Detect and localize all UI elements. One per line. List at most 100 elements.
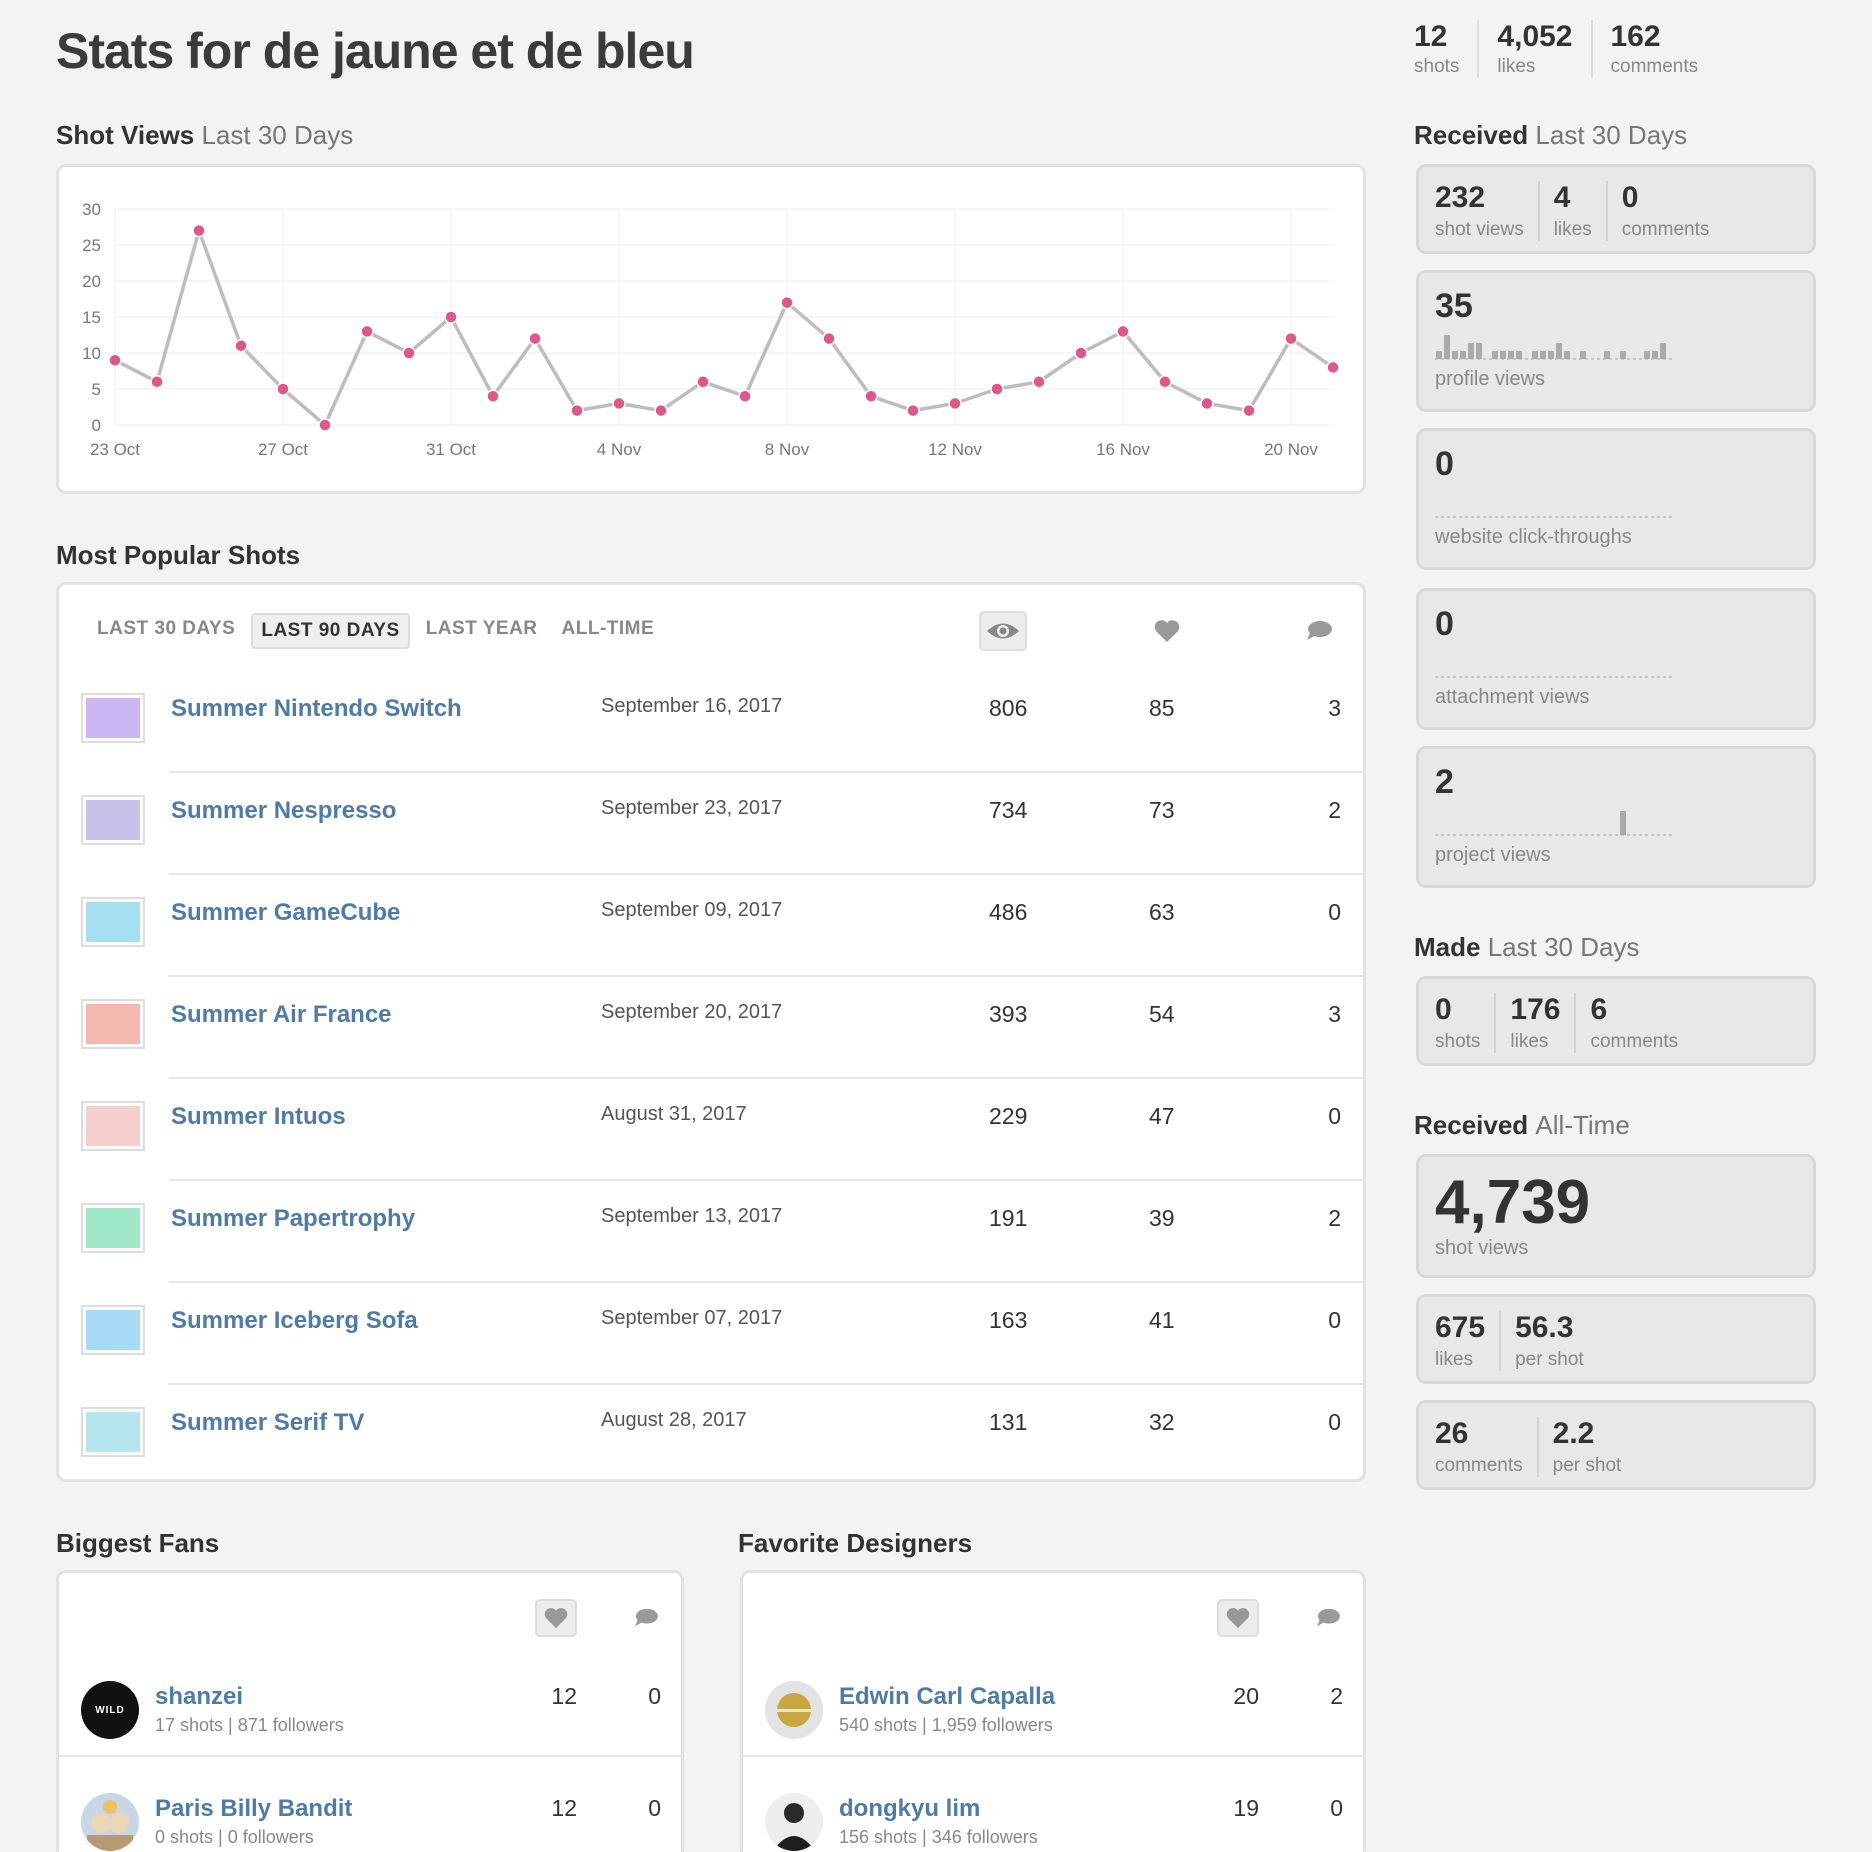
- shot-likes: 73: [1149, 797, 1175, 823]
- project-views-label: project views: [1435, 844, 1551, 866]
- made-30-heading: Made Last 30 Days: [1414, 932, 1639, 963]
- all-time-likes-card: 675 likes 56.3 per shot: [1416, 1294, 1816, 1384]
- tab-last-90-days[interactable]: LAST 90 DAYS: [251, 613, 410, 649]
- avatar-illustration: [87, 1800, 133, 1851]
- y-tick-label: 5: [92, 380, 101, 399]
- shot-thumbnail[interactable]: [81, 1407, 145, 1457]
- y-tick-label: 10: [82, 344, 101, 363]
- comment-icon: [1307, 621, 1332, 640]
- stat-shots: 0 shots: [1435, 993, 1497, 1053]
- sort-views-button[interactable]: [979, 611, 1027, 651]
- shot-views: 806: [989, 695, 1028, 721]
- shot-likes: 47: [1149, 1103, 1175, 1129]
- stat-comments: 0 comments: [1622, 181, 1724, 241]
- data-point: [570, 403, 584, 418]
- sort-likes-button[interactable]: [1143, 611, 1191, 651]
- sort-likes-button[interactable]: [1217, 1599, 1259, 1637]
- sparkline-bar: [1540, 351, 1546, 359]
- x-tick-label: 8 Nov: [765, 440, 810, 459]
- shot-row[interactable]: Summer GameCube September 09, 2017 486 63 0: [59, 875, 1363, 977]
- stat-label: likes: [1497, 56, 1536, 77]
- shot-date: September 07, 2017: [601, 1307, 783, 1329]
- shot-thumbnail-image: [86, 1412, 140, 1452]
- stat-likes: 4 likes: [1554, 181, 1608, 241]
- stat-value: 162: [1610, 20, 1661, 53]
- sparkline-bar: [1476, 343, 1482, 359]
- heart-icon: [544, 1608, 568, 1629]
- data-point: [948, 396, 962, 411]
- tab-last-30-days[interactable]: LAST 30 DAYS: [89, 613, 243, 649]
- shot-name-link[interactable]: Summer GameCube: [171, 899, 400, 927]
- shot-name-link[interactable]: Summer Air France: [171, 1001, 392, 1029]
- shot-row[interactable]: Summer Nintendo Switch September 16, 2017…: [59, 671, 1363, 773]
- tab-last-year[interactable]: LAST YEAR: [418, 613, 546, 649]
- stat-label: likes: [1435, 1349, 1474, 1370]
- y-tick-label: 25: [82, 236, 101, 255]
- data-point: [1284, 331, 1298, 346]
- shot-row[interactable]: Summer Air France September 20, 2017 393 54…: [59, 977, 1363, 1079]
- stat-label: shots: [1414, 56, 1460, 77]
- shot-thumbnail[interactable]: [81, 795, 145, 845]
- sparkline-bar: [1564, 351, 1570, 359]
- sort-comments-button[interactable]: [1295, 611, 1343, 651]
- website-clicks-value: 0: [1435, 445, 1454, 483]
- shot-name-link[interactable]: Summer Nespresso: [171, 797, 396, 825]
- shot-views: 393: [989, 1001, 1028, 1027]
- shot-thumbnail-image: [86, 698, 140, 738]
- shot-row[interactable]: Summer Papertrophy September 13, 2017 191 3…: [59, 1181, 1363, 1283]
- designer-row[interactable]: dongkyu lim 156 shots | 346 followers 19…: [743, 1757, 1363, 1852]
- heading-strong: Received: [1414, 1110, 1529, 1140]
- fan-meta: 0 shots | 0 followers: [155, 1827, 314, 1847]
- all-time-shot-views-value: 4,739: [1435, 1168, 1591, 1237]
- shot-row[interactable]: Summer Intuos August 31, 2017 229 47 0: [59, 1079, 1363, 1181]
- shot-thumbnail[interactable]: [81, 1305, 145, 1355]
- shot-row[interactable]: Summer Nespresso September 23, 2017 734 73 2: [59, 773, 1363, 875]
- shot-row[interactable]: Summer Iceberg Sofa September 07, 2017 163…: [59, 1283, 1363, 1385]
- shot-views: 734: [989, 797, 1028, 823]
- designer-name-link[interactable]: Edwin Carl Capalla: [839, 1683, 1055, 1711]
- shot-thumbnail-image: [86, 800, 140, 840]
- sort-likes-button[interactable]: [535, 1599, 577, 1637]
- shot-name-link[interactable]: Summer Serif TV: [171, 1409, 364, 1437]
- stat-comments: 26 comments: [1435, 1417, 1539, 1477]
- shot-thumbnail[interactable]: [81, 693, 145, 743]
- fan-row[interactable]: Paris Billy Bandit 0 shots | 0 followers…: [59, 1757, 681, 1852]
- shot-thumbnail[interactable]: [81, 999, 145, 1049]
- heading-strong: Made: [1414, 932, 1481, 962]
- shot-thumbnail[interactable]: [81, 897, 145, 947]
- shot-views: 486: [989, 899, 1028, 925]
- shot-thumbnail[interactable]: [81, 1101, 145, 1151]
- stat-value: 56.3: [1515, 1311, 1574, 1344]
- data-point: [906, 403, 920, 418]
- stat-value: 26: [1435, 1417, 1469, 1450]
- x-tick-label: 27 Oct: [258, 440, 308, 459]
- stat-comments-per-shot: 2.2 per shot: [1553, 1417, 1636, 1477]
- sort-comments-button[interactable]: [1307, 1599, 1349, 1637]
- data-point: [150, 375, 164, 389]
- fan-name-link[interactable]: Paris Billy Bandit: [155, 1795, 352, 1823]
- designer-name-link[interactable]: dongkyu lim: [839, 1795, 980, 1823]
- fan-name-link[interactable]: shanzei: [155, 1683, 243, 1711]
- tab-all-time[interactable]: ALL-TIME: [554, 613, 663, 649]
- shot-name-link[interactable]: Summer Nintendo Switch: [171, 695, 462, 723]
- shot-name-link[interactable]: Summer Iceberg Sofa: [171, 1307, 418, 1335]
- heart-icon: [1154, 620, 1180, 642]
- shot-name-link[interactable]: Summer Papertrophy: [171, 1205, 415, 1233]
- designer-row[interactable]: Edwin Carl Capalla 540 shots | 1,959 fol…: [743, 1645, 1363, 1757]
- avatar-illustration: [773, 1803, 815, 1851]
- data-point: [1074, 346, 1088, 360]
- sort-comments-button[interactable]: [625, 1599, 667, 1637]
- shot-thumbnail[interactable]: [81, 1203, 145, 1253]
- sparkline-bar: [1548, 351, 1554, 359]
- data-point: [1116, 324, 1130, 339]
- sparkline-bar: [1492, 351, 1498, 359]
- shot-name-link[interactable]: Summer Intuos: [171, 1103, 346, 1131]
- y-tick-label: 30: [82, 200, 101, 219]
- comment-icon: [1317, 1608, 1340, 1627]
- shot-date: September 13, 2017: [601, 1205, 783, 1227]
- fan-row[interactable]: WILD shanzei 17 shots | 871 followers 12…: [59, 1645, 681, 1757]
- sparkline-bar: [1652, 351, 1658, 359]
- line-chart: 0 5 10 15 20 25 30 23 Oct 27 Oct 31 Oct 4 Nov 8 Nov…: [82, 200, 1340, 459]
- shot-row[interactable]: Summer Serif TV August 28, 2017 131 32 0: [59, 1385, 1363, 1487]
- heading-strong: Received: [1414, 120, 1529, 150]
